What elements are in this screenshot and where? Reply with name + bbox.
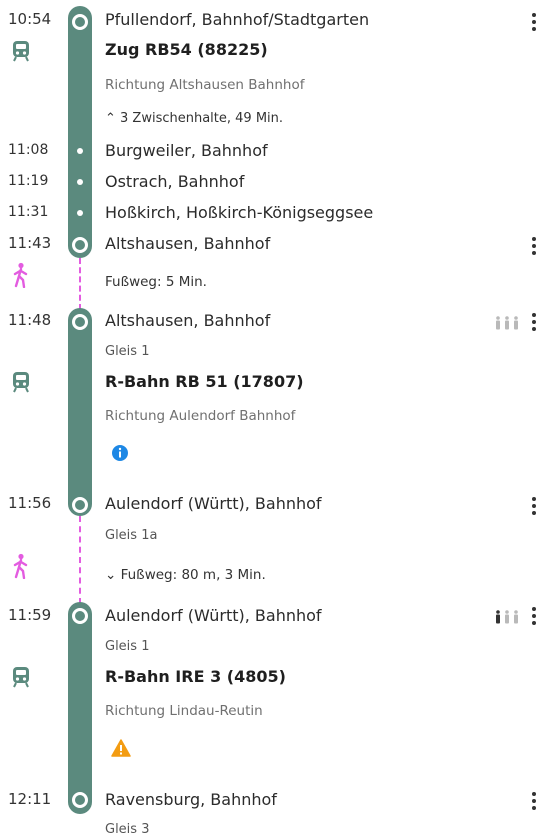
stop-marker (72, 792, 88, 808)
walk-duration: Fußweg: 5 Min. (105, 274, 207, 290)
stop-time: 11:19 (8, 173, 49, 189)
walk1-path (79, 258, 81, 310)
intermediate-stop-name[interactable]: Ostrach, Bahnhof (105, 172, 244, 191)
arrival-time: 11:56 (8, 494, 52, 512)
departure-time: 11:48 (8, 311, 52, 329)
walk-icon (13, 262, 28, 288)
departure-time: 10:54 (8, 10, 52, 28)
train-direction: Richtung Aulendorf Bahnhof (105, 408, 296, 424)
intermediate-stop-dot (77, 148, 83, 154)
stop-time: 11:31 (8, 204, 49, 220)
stop-marker (72, 314, 88, 330)
arrival-time: 12:11 (8, 790, 52, 808)
intermediate-stop-dot (77, 210, 83, 216)
stop-marker (72, 14, 88, 30)
intermediate-stop-dot (77, 179, 83, 185)
more-options-icon[interactable] (527, 12, 539, 32)
walk2-path (79, 516, 81, 604)
leg3-timeline-bar (68, 602, 92, 814)
departure-time: 11:59 (8, 606, 52, 624)
stop-marker (72, 237, 88, 253)
arrival-station[interactable]: Altshausen, Bahnhof (105, 234, 270, 253)
warning-icon[interactable] (111, 739, 131, 757)
leg2-timeline-bar (68, 308, 92, 516)
intermediate-stops-toggle[interactable]: ⌃ 3 Zwischenhalte, 49 Min. (105, 111, 283, 126)
occupancy-icon (496, 316, 518, 330)
departure-platform: Gleis 1 (105, 344, 150, 359)
more-options-icon[interactable] (527, 312, 539, 332)
arrival-platform: Gleis 1a (105, 528, 158, 543)
more-options-icon[interactable] (527, 496, 539, 516)
walk-duration-toggle[interactable]: ⌄ Fußweg: 80 m, 3 Min. (105, 567, 266, 583)
more-options-icon[interactable] (527, 606, 539, 626)
arrival-station[interactable]: Ravensburg, Bahnhof (105, 790, 277, 809)
info-icon[interactable] (111, 444, 129, 462)
train-icon (13, 372, 29, 393)
arrival-station[interactable]: Aulendorf (Württ), Bahnhof (105, 494, 322, 513)
departure-station[interactable]: Pfullendorf, Bahnhof/Stadtgarten (105, 10, 369, 29)
more-options-icon[interactable] (527, 791, 539, 811)
occupancy-icon (496, 610, 518, 624)
arrival-time: 11:43 (8, 234, 52, 252)
arrival-platform: Gleis 3 (105, 822, 150, 837)
intermediate-stop-name[interactable]: Hoßkirch, Hoßkirch-Königseggsee (105, 203, 373, 222)
stop-marker (72, 497, 88, 513)
departure-platform: Gleis 1 (105, 639, 150, 654)
train-name[interactable]: R-Bahn IRE 3 (4805) (105, 667, 286, 686)
stop-marker (72, 608, 88, 624)
train-name[interactable]: R-Bahn RB 51 (17807) (105, 372, 304, 391)
train-direction: Richtung Lindau-Reutin (105, 703, 263, 719)
train-direction: Richtung Altshausen Bahnhof (105, 77, 305, 93)
train-icon (13, 667, 29, 688)
train-name[interactable]: Zug RB54 (88225) (105, 40, 268, 59)
departure-station[interactable]: Aulendorf (Württ), Bahnhof (105, 606, 322, 625)
more-options-icon[interactable] (527, 236, 539, 256)
train-icon (13, 41, 29, 62)
intermediate-stop-name[interactable]: Burgweiler, Bahnhof (105, 141, 268, 160)
departure-station[interactable]: Altshausen, Bahnhof (105, 311, 270, 330)
leg1-timeline-bar (68, 6, 92, 258)
walk-icon (13, 553, 28, 579)
stop-time: 11:08 (8, 142, 49, 158)
